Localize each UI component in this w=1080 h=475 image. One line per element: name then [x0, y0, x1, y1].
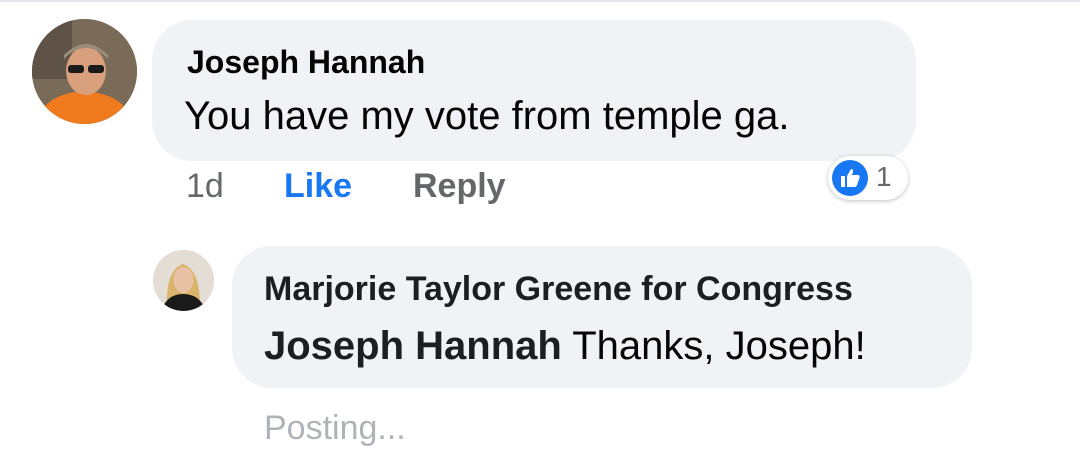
avatar-joseph-hannah[interactable] — [32, 19, 137, 124]
comment-bubble: Joseph Hannah You have my vote from temp… — [152, 20, 916, 161]
top-divider — [0, 0, 1080, 2]
posting-status: Posting... — [264, 409, 406, 447]
reply-button[interactable]: Reply — [413, 167, 506, 206]
like-button[interactable]: Like — [284, 167, 352, 206]
reaction-count: 1 — [876, 161, 892, 192]
mention-link[interactable]: Joseph Hannah — [264, 324, 562, 368]
comment-text: You have my vote from temple ga. — [184, 94, 790, 138]
reply-body: Joseph Hannah Thanks, Joseph! — [264, 324, 866, 369]
comment-timestamp[interactable]: 1d — [186, 167, 224, 206]
avatar-photo — [32, 19, 137, 124]
reply-text: Thanks, Joseph! — [572, 324, 866, 368]
reaction-summary[interactable]: 1 — [828, 156, 908, 200]
reply-bubble: Marjorie Taylor Greene for Congress Jose… — [232, 246, 972, 388]
comment-author[interactable]: Joseph Hannah — [187, 44, 425, 81]
reply-author[interactable]: Marjorie Taylor Greene for Congress — [264, 270, 853, 309]
like-icon — [832, 160, 868, 196]
avatar-marjorie-taylor-greene[interactable] — [153, 250, 214, 311]
avatar-photo — [153, 250, 214, 311]
